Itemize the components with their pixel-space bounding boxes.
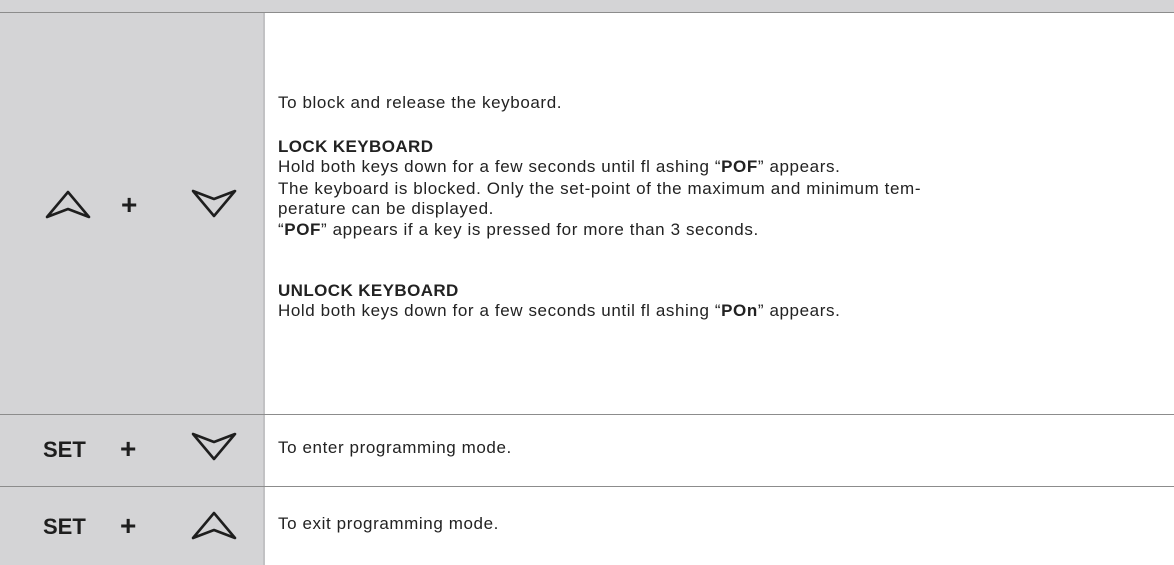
lock-instruction-suffix: ” appears. xyxy=(757,157,841,176)
key-combination-cell: SET + xyxy=(0,487,265,565)
table-row-keyboard-lock: + To block and release the keyboard. LOC… xyxy=(0,13,1174,415)
plus-sign: + xyxy=(121,189,138,220)
down-arrow-icon xyxy=(191,189,237,218)
down-arrow-icon xyxy=(191,432,237,461)
unlock-instruction-text: Hold both keys down for a few seconds un… xyxy=(278,301,722,320)
lock-note-line: “POF” appears if a key is pressed for mo… xyxy=(278,219,759,241)
plus-sign: + xyxy=(120,510,137,541)
plus-sign: + xyxy=(120,433,137,464)
unlock-keyboard-heading: UNLOCK KEYBOARD xyxy=(278,281,459,300)
lock-instruction-line: Hold both keys down for a few seconds un… xyxy=(278,156,840,178)
set-key-label: SET xyxy=(43,437,86,462)
row-description-intro: To block and release the keyboard. xyxy=(278,93,563,112)
table-row-exit-programming: SET + To exit programming mode. xyxy=(0,487,1174,565)
row-description: To exit programming mode. xyxy=(278,514,499,533)
table-row-enter-programming: SET + To enter programming mode. xyxy=(0,415,1174,487)
display-code-pon: POn xyxy=(721,301,758,320)
up-arrow-icon xyxy=(45,190,91,219)
lock-effect-line-continued: perature can be displayed. xyxy=(278,199,494,218)
key-combination-cell: + xyxy=(0,13,265,414)
set-key-label: SET xyxy=(43,514,86,539)
lock-keyboard-heading: LOCK KEYBOARD xyxy=(278,137,434,156)
lock-instruction-text: Hold both keys down for a few seconds un… xyxy=(278,157,722,176)
up-arrow-icon xyxy=(191,511,237,540)
lock-note-text: ” appears if a key is pressed for more t… xyxy=(321,220,759,239)
lock-effect-line: The keyboard is blocked. Only the set-po… xyxy=(278,179,922,198)
unlock-instruction-line: Hold both keys down for a few seconds un… xyxy=(278,300,840,322)
unlock-instruction-suffix: ” appears. xyxy=(757,301,841,320)
row-description: To enter programming mode. xyxy=(278,438,512,457)
table-top-strip xyxy=(0,0,1174,13)
display-code-pof: POF xyxy=(721,157,758,176)
key-function-table: + To block and release the keyboard. LOC… xyxy=(0,0,1174,565)
display-code-pof: POF xyxy=(284,220,322,239)
key-combination-cell: SET + xyxy=(0,415,265,486)
